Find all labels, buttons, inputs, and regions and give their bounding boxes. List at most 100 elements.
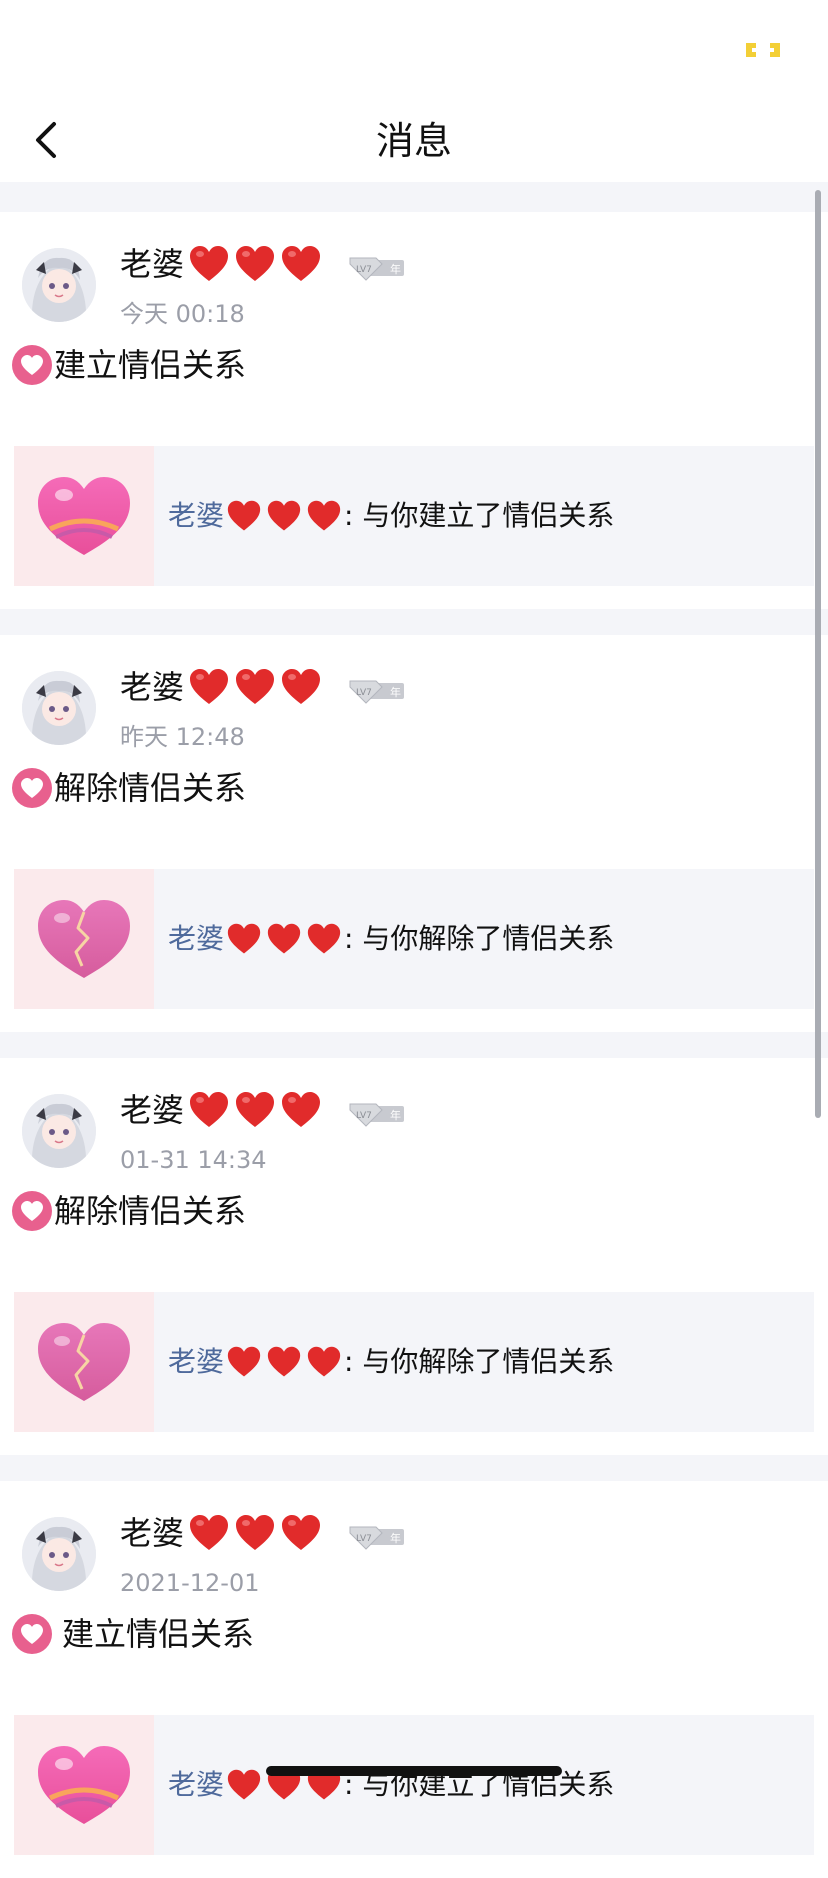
message-type: 解除情侣关系 [54,1192,247,1230]
message-type: 解除情侣关系 [54,769,247,807]
message-card[interactable]: 老婆 年 LV7 01-31 14:34 解除情侣关系 老婆: 与你解除了情侣… [0,1058,828,1455]
detail-box[interactable]: 老婆 : 与你解除了情侣关系 [14,869,814,1009]
home-indicator[interactable] [266,1766,562,1776]
svg-text:LV7: LV7 [356,1111,372,1121]
scrollbar[interactable] [815,190,821,1118]
user-name[interactable]: 老婆 [120,1511,184,1555]
heart-icon [190,1515,229,1550]
avatar[interactable] [22,248,96,322]
svg-text:年: 年 [390,685,401,699]
message-card[interactable]: 老婆 年 LV7 今天 00:18 建立情侣关系 老婆: 与你建立了情侣关系 [0,212,828,609]
page-title: 消息 [375,119,452,163]
detail-suffix: : 与你解除了情侣关系 [344,1345,615,1378]
couple-heart-icon [12,1614,52,1654]
heart-icon [307,1346,341,1377]
detail-box[interactable]: 老婆 : 与你建立了情侣关系 [14,446,814,586]
level-badge-icon: 年 LV7 [349,1526,404,1550]
detail-text: 老婆 : 与你解除了情侣关系 [168,1292,614,1432]
heart-icon [227,923,261,954]
message-card[interactable]: 老婆 年 LV7 昨天 12:48 解除情侣关系 老婆: 与你解除了情侣关系 [0,635,828,1032]
couple-heart-icon [12,345,52,385]
heart-icon [236,1515,275,1550]
detail-user-link[interactable]: 老婆 [168,496,224,536]
heart-icon [236,1092,275,1127]
level-badge-icon: 年 LV7 [349,257,404,281]
broken-heart-icon [38,900,130,978]
name-row: 老婆 [120,1511,322,1555]
svg-text:LV7: LV7 [356,688,372,698]
heart-icon [282,1515,321,1550]
avatar[interactable] [22,671,96,745]
message-time: 今天 00:18 [120,300,245,328]
message-type: 建立情侣关系 [62,1615,255,1653]
svg-text:年: 年 [390,262,401,276]
heart-icon [227,500,261,531]
user-name[interactable]: 老婆 [120,665,184,709]
user-name[interactable]: 老婆 [120,242,184,286]
heart-icon [307,923,341,954]
detail-thumb [14,1715,154,1855]
svg-text:LV7: LV7 [356,1534,372,1544]
heart-icon [282,1092,321,1127]
detail-hearts [226,499,342,533]
detail-text: 老婆 : 与你建立了情侣关系 [168,1715,614,1855]
heart-icon [267,1346,301,1377]
heart-icon [236,246,275,281]
status-indicator-icon [746,43,780,57]
svg-text:年: 年 [390,1108,401,1122]
heart-icon [236,669,275,704]
hearts-decoration [188,244,322,284]
hearts-decoration [188,1090,322,1130]
hearts-decoration [188,1513,322,1553]
heart-icon [227,1769,261,1800]
detail-hearts [226,922,342,956]
avatar[interactable] [22,1517,96,1591]
level-badge-icon: 年 LV7 [349,1103,404,1127]
detail-user-link[interactable]: 老婆 [168,1342,224,1382]
type-row: 建立情侣关系 [12,342,246,388]
couple-heart-icon [12,768,52,808]
full-heart-icon [38,477,130,555]
name-row: 老婆 [120,665,322,709]
user-name[interactable]: 老婆 [120,1088,184,1132]
svg-text:LV7: LV7 [356,265,372,275]
message-card[interactable]: 老婆 年 LV7 2021-12-01 建立情侣关系 老婆: 与你建立了情侣关… [0,1481,828,1878]
detail-user-link[interactable]: 老婆 [168,919,224,959]
heart-icon [282,669,321,704]
message-time: 昨天 12:48 [120,723,245,751]
detail-box[interactable]: 老婆 : 与你解除了情侣关系 [14,1292,814,1432]
hearts-decoration [188,667,322,707]
name-row: 老婆 [120,242,322,286]
detail-thumb [14,446,154,586]
detail-suffix: : 与你解除了情侣关系 [344,922,615,955]
message-type: 建立情侣关系 [54,346,247,384]
heart-icon [282,246,321,281]
avatar[interactable] [22,1094,96,1168]
type-row: 解除情侣关系 [12,1188,246,1234]
message-time: 2021-12-01 [120,1569,260,1597]
level-badge-icon: 年 LV7 [349,680,404,704]
type-row: 建立情侣关系 [12,1611,254,1657]
detail-user-link[interactable]: 老婆 [168,1765,224,1805]
heart-icon [267,923,301,954]
svg-text:年: 年 [390,1531,401,1545]
heart-icon [307,500,341,531]
detail-hearts [226,1345,342,1379]
heart-icon [190,1092,229,1127]
detail-text: 老婆 : 与你建立了情侣关系 [168,446,614,586]
status-bar [0,0,828,100]
message-time: 01-31 14:34 [120,1146,267,1174]
detail-thumb [14,1292,154,1432]
heart-icon [267,500,301,531]
heart-icon [190,246,229,281]
nav-bar: 消息 [0,100,828,182]
couple-heart-icon [12,1191,52,1231]
full-heart-icon [38,1746,130,1824]
detail-text: 老婆 : 与你解除了情侣关系 [168,869,614,1009]
detail-suffix: : 与你建立了情侣关系 [344,499,615,532]
broken-heart-icon [38,1323,130,1401]
type-row: 解除情侣关系 [12,765,246,811]
detail-box[interactable]: 老婆 : 与你建立了情侣关系 [14,1715,814,1855]
name-row: 老婆 [120,1088,322,1132]
detail-thumb [14,869,154,1009]
